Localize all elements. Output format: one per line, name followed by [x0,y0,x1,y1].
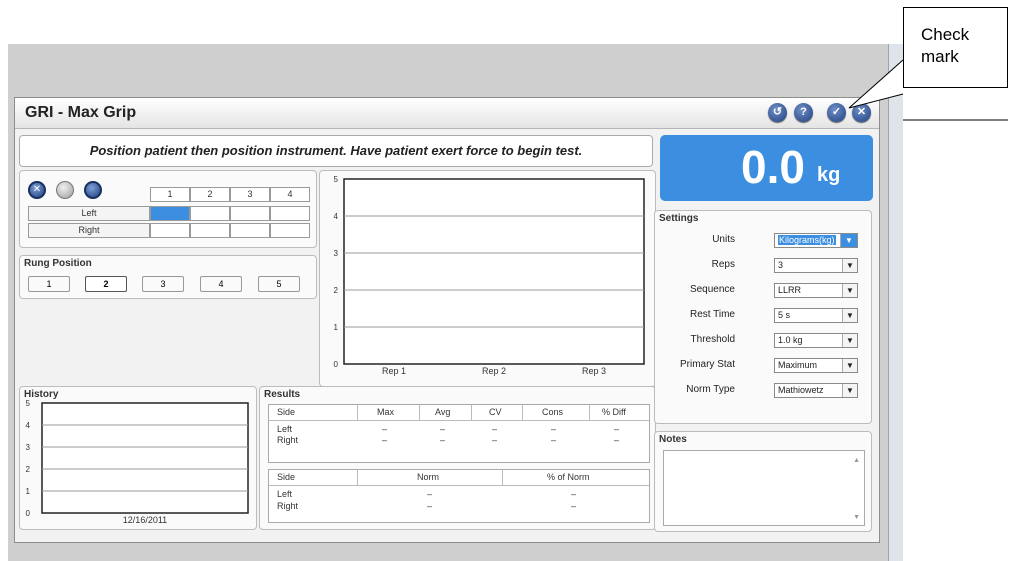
callout-box: Check mark [903,7,1008,88]
callout-text: Check mark [921,25,970,66]
callout-pointer [848,59,1008,121]
